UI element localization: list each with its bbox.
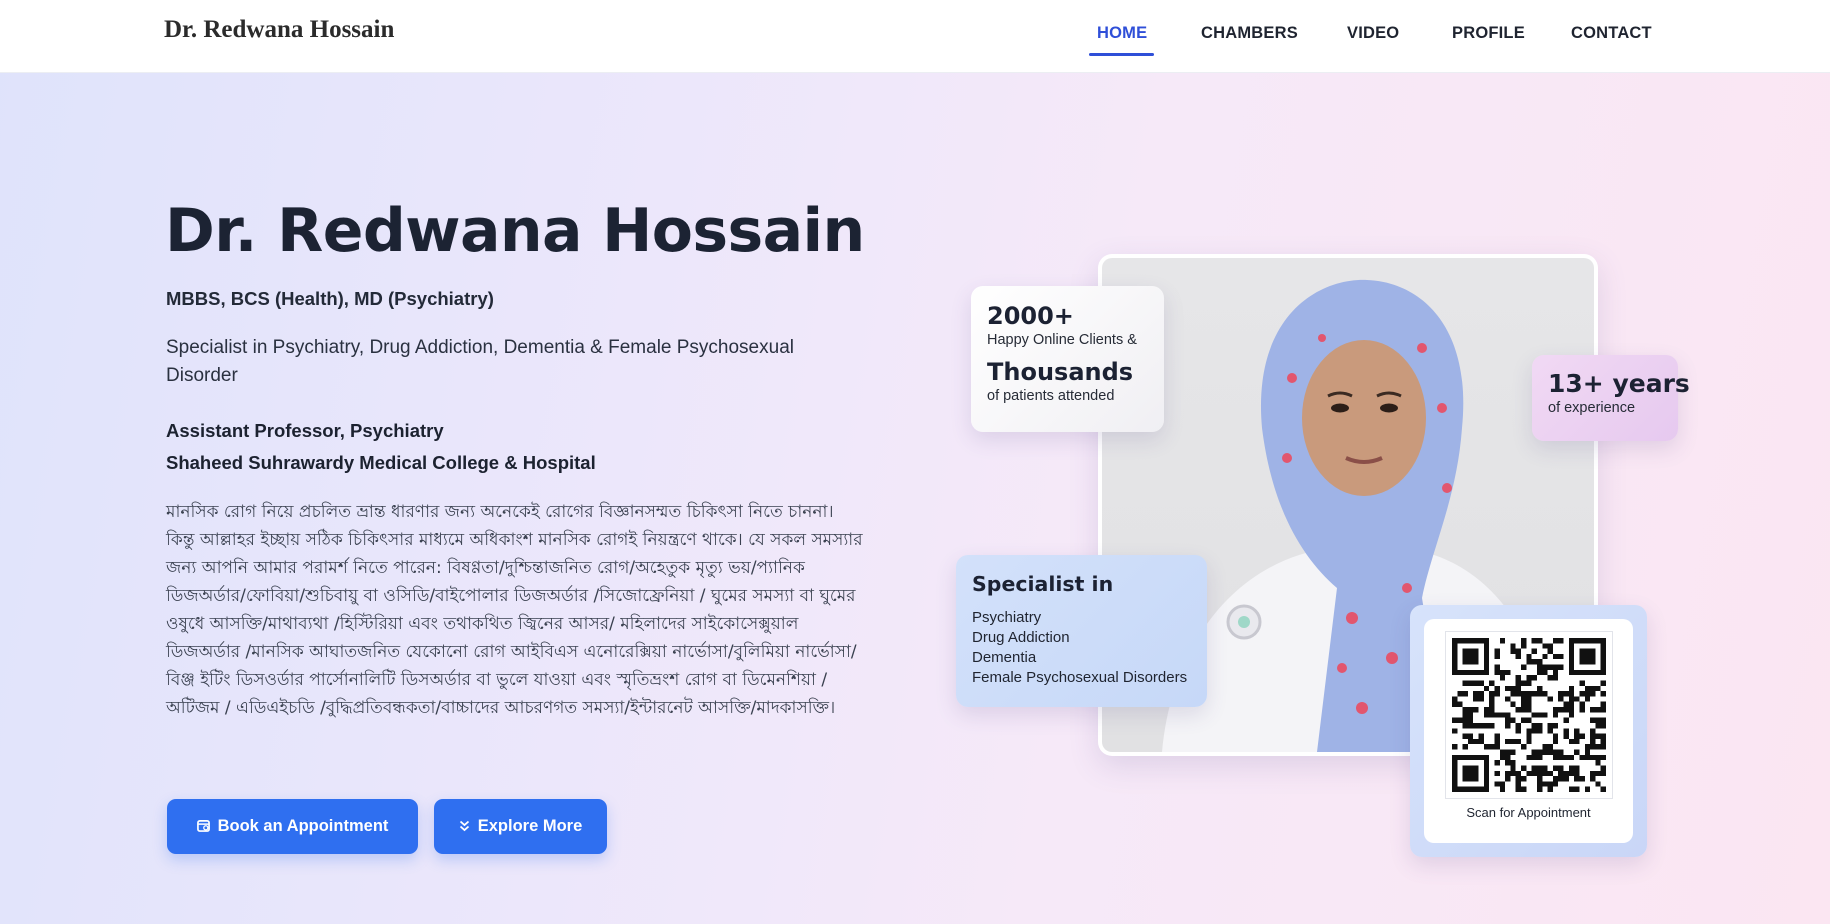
book-appointment-label: Book an Appointment <box>217 817 389 835</box>
qr-card[interactable]: Scan for Appointment <box>1410 605 1647 857</box>
qr-code-image <box>1451 638 1606 792</box>
position-block: Assistant Professor, Psychiatry Shaheed … <box>166 415 596 479</box>
navbar: Dr. Redwana Hossain HOME CHAMBERS VIDEO … <box>0 0 1830 73</box>
experience-label: of experience <box>1548 400 1636 416</box>
specialty-text: Specialist in Psychiatry, Drug Addiction… <box>166 337 794 386</box>
specialist-item: Drug Addiction <box>972 629 1070 646</box>
position-title: Assistant Professor, Psychiatry <box>166 420 444 441</box>
brand-logo-text[interactable]: Dr. Redwana Hossain <box>164 16 394 44</box>
hero-title: Dr. Redwana Hossain <box>165 196 865 266</box>
book-appointment-button[interactable]: Book an Appointment <box>167 799 418 854</box>
nav-chambers[interactable]: CHAMBERS <box>1201 24 1298 43</box>
patients-label: of patients attended <box>987 388 1115 404</box>
specialist-item: Female Psychosexual Disorders <box>972 669 1188 686</box>
specialist-item: Dementia <box>972 649 1037 666</box>
nav-video[interactable]: VIDEO <box>1347 24 1399 43</box>
specialist-card: Specialist in Psychiatry Drug Addiction … <box>956 555 1207 707</box>
nav-profile[interactable]: PROFILE <box>1452 24 1525 43</box>
double-chevron-down-icon <box>459 820 470 834</box>
nav-contact[interactable]: CONTACT <box>1571 24 1652 43</box>
institution-name: Shaheed Suhrawardy Medical College & Hos… <box>166 452 596 473</box>
qr-inner: Scan for Appointment <box>1424 619 1633 843</box>
qr-code[interactable] <box>1444 631 1613 799</box>
calendar-icon <box>196 819 210 834</box>
nav-home[interactable]: HOME <box>1097 24 1147 43</box>
specialist-title: Specialist in <box>972 572 1114 596</box>
explore-more-label: Explore More <box>477 817 583 835</box>
experience-card: 13+ years of experience <box>1532 355 1690 441</box>
patients-count: Thousands <box>987 358 1134 386</box>
stats-card: 2000+ Happy Online Clients & Thousands o… <box>971 286 1164 432</box>
nav-active-underline <box>1089 53 1154 56</box>
experience-years: 13+ years <box>1548 369 1690 398</box>
explore-more-button[interactable]: Explore More <box>434 799 607 854</box>
degrees-text: MBBS, BCS (Health), MD (Psychiatry) <box>166 288 494 309</box>
qr-label: Scan for Appointment <box>1466 805 1591 820</box>
clients-count: 2000+ <box>987 302 1074 330</box>
clients-label: Happy Online Clients & <box>987 332 1137 348</box>
bangla-description: মানসিক রোগ নিয়ে প্রচলিত ভ্রান্ত ধারণার … <box>166 502 863 718</box>
specialist-item: Psychiatry <box>972 609 1042 626</box>
